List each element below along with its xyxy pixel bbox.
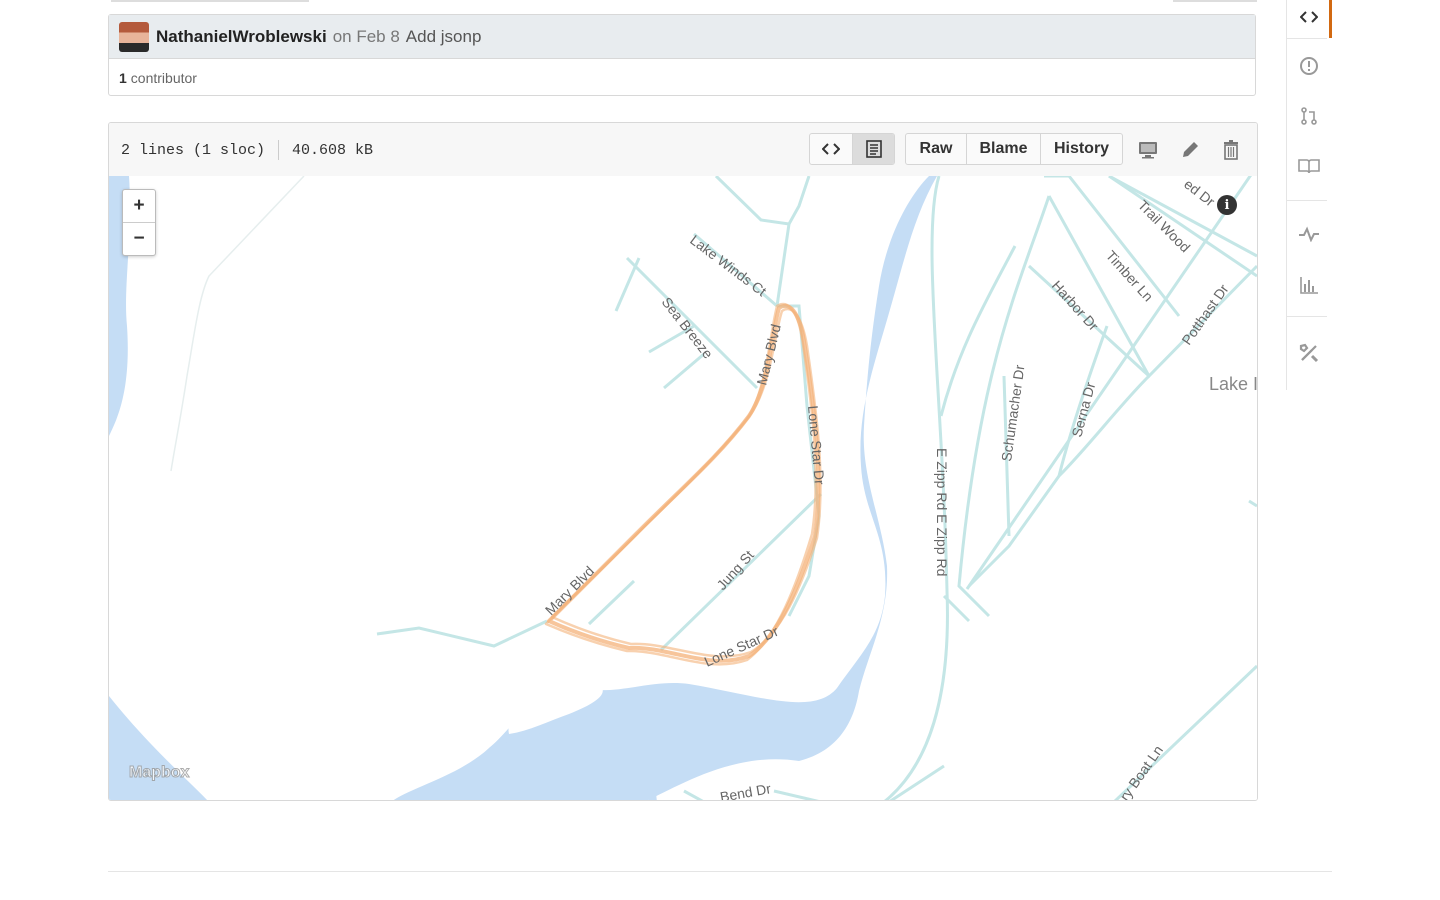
label-mary-blvd-2: Mary Blvd: [542, 563, 597, 618]
label-harbor: Harbor Dr: [1049, 277, 1102, 334]
map-canvas[interactable]: Lake Winds Ct Sea Breeze Mary Blvd Lone …: [109, 176, 1257, 801]
trash-icon[interactable]: [1218, 137, 1244, 163]
commit-bar: NathanielWroblewski on Feb 8 Add jsonp 1…: [108, 14, 1256, 96]
raw-button[interactable]: Raw: [906, 134, 966, 164]
contributors[interactable]: 1 contributor: [109, 59, 1255, 97]
code-icon[interactable]: [1287, 2, 1331, 32]
label-mary-blvd-1: Mary Blvd: [753, 322, 784, 386]
commit-message[interactable]: Add jsonp: [406, 27, 482, 47]
avatar[interactable]: [119, 21, 149, 52]
graph-icon[interactable]: [1287, 270, 1331, 300]
rendered-view-button[interactable]: [852, 134, 894, 164]
label-serna: Serna Dr: [1068, 380, 1098, 439]
repo-sidebar: [1286, 0, 1331, 390]
source-view-button[interactable]: [810, 134, 852, 164]
contributor-count: 1: [119, 70, 127, 86]
label-ed-dr: ed Dr: [1181, 176, 1218, 210]
file-info-separator: [278, 140, 280, 160]
label-schumacher: Schumacher Dr: [998, 364, 1027, 463]
footer-divider: [108, 871, 1332, 872]
contributor-label: contributor: [130, 70, 197, 86]
blame-button[interactable]: Blame: [966, 134, 1040, 164]
commit-author[interactable]: NathanielWroblewski: [156, 27, 327, 47]
file-header: 2 lines (1 sloc) 40.608 kB Raw Blame His…: [109, 123, 1257, 177]
file-actions: Raw Blame History: [905, 133, 1123, 165]
label-jung: Jung St: [713, 547, 757, 593]
pencil-icon[interactable]: [1177, 137, 1203, 163]
sidebar-divider: [1287, 316, 1327, 317]
river-bottom-left: [109, 696, 208, 800]
settings-icon[interactable]: [1287, 338, 1331, 368]
file-size: 40.608 kB: [292, 141, 374, 159]
zoom-control: + −: [122, 189, 156, 256]
file-text-icon: [865, 140, 882, 158]
gps-track: [544, 303, 822, 666]
top-divider-left: [111, 0, 309, 2]
label-potthast: Potthast Dr: [1178, 281, 1231, 348]
issue-icon[interactable]: [1287, 51, 1331, 81]
sidebar-divider: [1287, 200, 1327, 201]
history-button[interactable]: History: [1040, 134, 1122, 164]
view-toggle: [809, 133, 895, 165]
sidebar-divider: [1287, 38, 1327, 39]
commit-header: NathanielWroblewski on Feb 8 Add jsonp: [109, 15, 1255, 59]
label-boat: ry Boat Ln: [1116, 742, 1166, 801]
desktop-icon[interactable]: [1135, 137, 1161, 163]
mapbox-logo[interactable]: Mapbox: [128, 764, 189, 782]
zoom-out-button[interactable]: −: [123, 223, 155, 255]
river-main: [393, 176, 937, 800]
water-bodies: [109, 176, 937, 800]
pulse-icon[interactable]: [1287, 219, 1331, 249]
geojson-map[interactable]: Lake Winds Ct Sea Breeze Mary Blvd Lone …: [109, 176, 1257, 801]
label-lake: Lake I: [1209, 374, 1257, 394]
file-viewer: 2 lines (1 sloc) 40.608 kB Raw Blame His…: [108, 122, 1258, 801]
boundary-line: [170, 176, 305, 472]
file-info: 2 lines (1 sloc) 40.608 kB: [121, 140, 373, 160]
zoom-in-button[interactable]: +: [123, 190, 155, 223]
label-bend: Bend Dr: [719, 780, 773, 801]
pull-request-icon[interactable]: [1287, 101, 1331, 131]
commit-date[interactable]: on Feb 8: [333, 27, 400, 47]
top-divider-right: [1173, 0, 1257, 2]
label-zipp: E Zipp Rd E Zipp Rd: [934, 448, 950, 576]
label-sea-breeze: Sea Breeze: [659, 294, 717, 362]
info-icon[interactable]: i: [1217, 195, 1237, 215]
file-lines: 2 lines (1 sloc): [121, 141, 266, 159]
label-lone-star-1: Lone Star Dr: [805, 405, 828, 486]
label-lake-winds: Lake Winds Ct: [687, 232, 769, 300]
code-icon: [822, 143, 840, 155]
wiki-icon[interactable]: [1287, 151, 1331, 181]
